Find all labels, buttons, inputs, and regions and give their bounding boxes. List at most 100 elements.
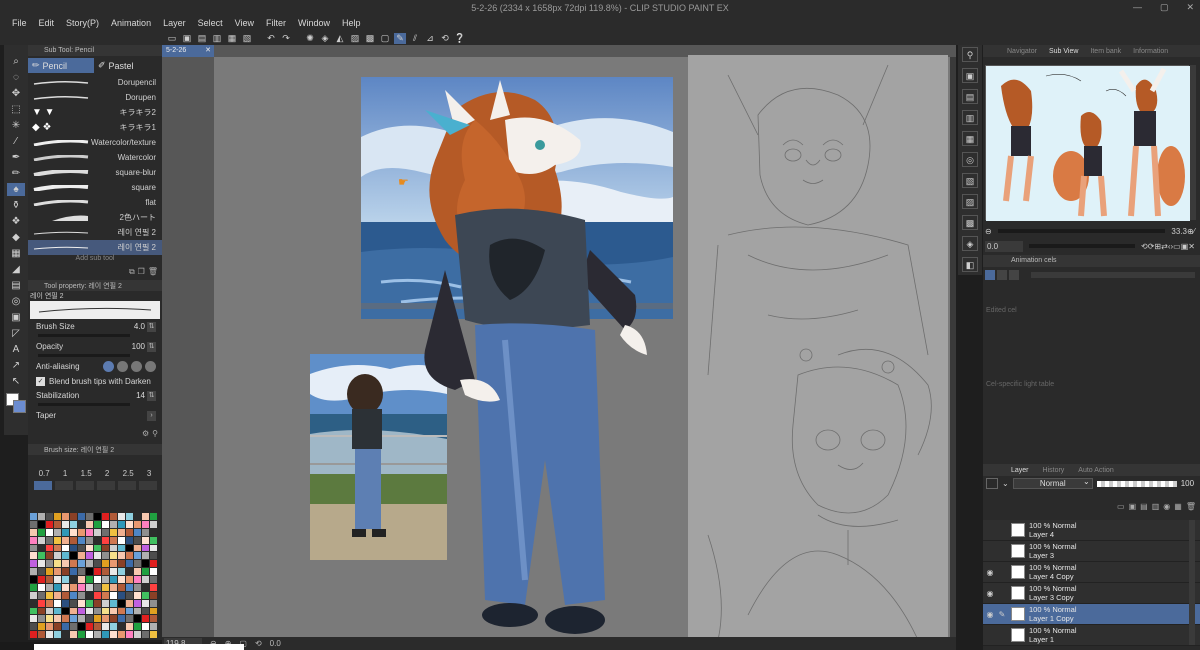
color-wheel-icon[interactable]: ◎ xyxy=(962,152,978,167)
ruler-tool-icon[interactable]: ◸ xyxy=(7,327,25,340)
color-swatch[interactable] xyxy=(38,536,45,544)
color-swatch[interactable] xyxy=(94,623,101,631)
color-swatch[interactable] xyxy=(46,607,53,615)
color-swatch[interactable] xyxy=(110,599,117,607)
color-swatch[interactable] xyxy=(94,607,101,615)
material-icon[interactable]: ◧ xyxy=(962,257,978,272)
trash-icon[interactable]: ✕ xyxy=(1188,242,1195,251)
color-swatch[interactable] xyxy=(118,528,125,536)
zoom-in-icon[interactable]: ⊕ xyxy=(1187,227,1194,236)
flip-icon[interactable]: ⇄ xyxy=(1161,242,1168,251)
sub-view-zoom-slider[interactable] xyxy=(997,229,1166,233)
color-swatch[interactable] xyxy=(102,607,109,615)
color-swatch[interactable] xyxy=(142,560,149,568)
color-swatch[interactable] xyxy=(134,623,141,631)
color-swatch[interactable] xyxy=(54,568,61,575)
color-swatch[interactable] xyxy=(94,631,101,638)
color-swatch[interactable] xyxy=(110,583,117,591)
color-swatch[interactable] xyxy=(38,583,45,591)
size-dot[interactable] xyxy=(96,481,115,490)
eyedropper-icon[interactable]: ⁄ xyxy=(1194,227,1195,236)
layer-row[interactable]: 100 % Normal Layer 1 xyxy=(983,625,1200,646)
reference-icon[interactable]: ⟲ xyxy=(439,33,451,44)
color-swatch[interactable] xyxy=(86,520,93,528)
color-swatch[interactable] xyxy=(46,591,53,599)
color-swatch[interactable] xyxy=(126,607,133,615)
loading-icon[interactable]: ✺ xyxy=(304,33,316,44)
color-swatch[interactable] xyxy=(102,615,109,623)
color-swatch[interactable] xyxy=(62,513,69,520)
aa-none-option[interactable] xyxy=(103,361,114,372)
color-swatch[interactable] xyxy=(38,623,45,631)
color-swatch[interactable] xyxy=(110,631,117,638)
color-swatch[interactable] xyxy=(126,631,133,638)
menu-select[interactable]: Select xyxy=(192,18,229,28)
menu-edit[interactable]: Edit xyxy=(33,18,61,28)
tab-sub-view[interactable]: Sub View xyxy=(1049,48,1078,55)
text-tool-icon[interactable]: A xyxy=(7,343,25,356)
eraser-tool-icon[interactable]: ◆ xyxy=(7,231,25,244)
print-icon[interactable]: ▦ xyxy=(226,33,238,44)
color-swatch[interactable] xyxy=(62,528,69,536)
tab-information[interactable]: Information xyxy=(1133,48,1168,55)
color-swatch[interactable] xyxy=(150,520,157,528)
color-swatch[interactable] xyxy=(30,520,37,528)
color-swatch[interactable] xyxy=(70,631,77,638)
color-swatch[interactable] xyxy=(70,623,77,631)
color-swatch[interactable] xyxy=(134,576,141,583)
search-icon[interactable]: ⚲ xyxy=(152,429,158,440)
stabilization-value[interactable]: 14 xyxy=(136,391,145,400)
color-swatch[interactable] xyxy=(62,536,69,544)
redo-icon[interactable]: ↷ xyxy=(280,33,292,44)
gradient-tool-icon[interactable]: ▤ xyxy=(7,279,25,292)
color-swatch[interactable] xyxy=(102,568,109,575)
layer-opacity-slider[interactable] xyxy=(1096,480,1177,487)
color-swatch[interactable] xyxy=(134,552,141,560)
color-swatch[interactable] xyxy=(70,583,77,591)
canvas-scrollbar[interactable] xyxy=(950,57,956,637)
rotation-field[interactable]: 0.0 xyxy=(270,639,281,648)
color-swatch[interactable] xyxy=(102,599,109,607)
color-swatch[interactable] xyxy=(150,615,157,623)
color-swatch[interactable] xyxy=(126,528,133,536)
color-swatch[interactable] xyxy=(134,583,141,591)
menu-help[interactable]: Help xyxy=(336,18,367,28)
color-swatch[interactable] xyxy=(54,560,61,568)
color-swatch[interactable] xyxy=(30,583,37,591)
color-swatch[interactable] xyxy=(110,560,117,568)
color-swatch[interactable] xyxy=(134,631,141,638)
color-swatch[interactable] xyxy=(94,513,101,520)
taper-stepper[interactable]: › xyxy=(147,410,156,421)
color-swatch[interactable] xyxy=(62,591,69,599)
brush-item[interactable]: Dorupencil xyxy=(28,75,162,90)
color-swatch[interactable] xyxy=(150,544,157,552)
color-swatch[interactable] xyxy=(102,591,109,599)
layer-opacity-value[interactable]: 100 xyxy=(1181,479,1194,488)
color-swatch[interactable] xyxy=(118,607,125,615)
color-swatch[interactable] xyxy=(142,615,149,623)
color-swatch[interactable] xyxy=(30,552,37,560)
color-swatch[interactable] xyxy=(102,576,109,583)
color-swatch[interactable] xyxy=(38,631,45,638)
color-swatch[interactable] xyxy=(38,544,45,552)
eye-icon[interactable]: ◉ xyxy=(983,589,997,598)
undo-icon[interactable]: ↶ xyxy=(265,33,277,44)
transform-icon[interactable]: ◈ xyxy=(319,33,331,44)
help-icon[interactable]: ❔ xyxy=(454,33,466,44)
color-swatch[interactable] xyxy=(142,623,149,631)
tab-history[interactable]: History xyxy=(1043,467,1065,474)
size-dot[interactable] xyxy=(75,481,94,490)
export-icon[interactable]: ▥ xyxy=(211,33,223,44)
color-swatch[interactable] xyxy=(78,536,85,544)
menu-view[interactable]: View xyxy=(229,18,260,28)
color-swatch[interactable] xyxy=(150,528,157,536)
color-swatch[interactable] xyxy=(142,583,149,591)
color-swatch[interactable] xyxy=(86,536,93,544)
color-swatch[interactable] xyxy=(126,576,133,583)
color-swatch[interactable] xyxy=(118,544,125,552)
delete-layer-icon[interactable]: 🗑 xyxy=(1186,502,1196,514)
navigator-icon[interactable]: ▣ xyxy=(962,68,978,83)
color-swatch[interactable] xyxy=(46,560,53,568)
rotate-icon[interactable]: ⟲ xyxy=(1141,242,1148,251)
color-swatch[interactable] xyxy=(94,536,101,544)
